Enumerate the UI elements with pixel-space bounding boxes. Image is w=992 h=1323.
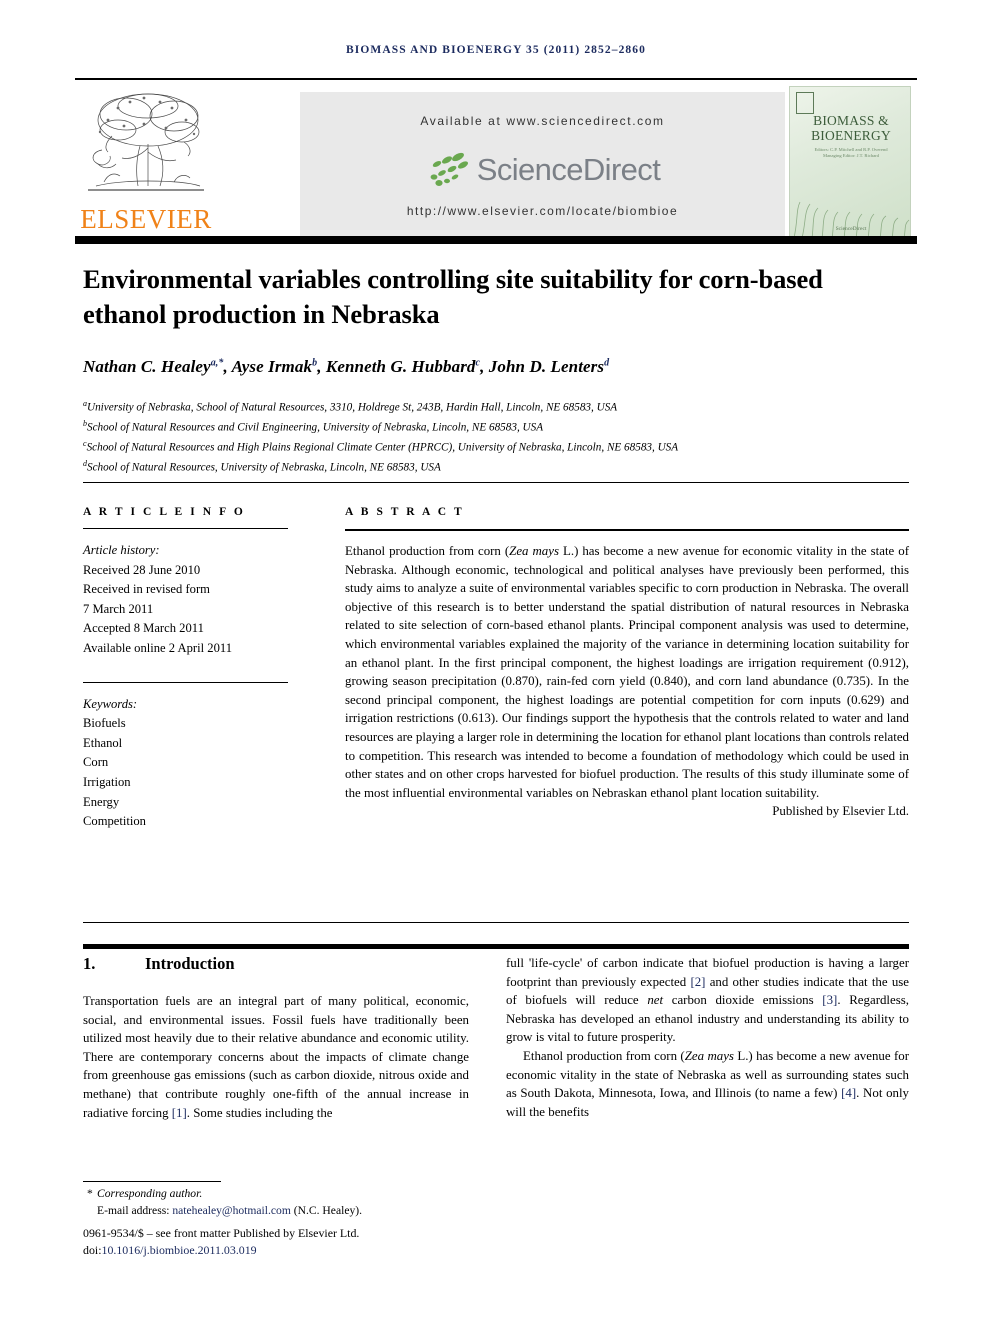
- elsevier-wordmark: ELSEVIER: [80, 204, 212, 234]
- keyword-2: Corn: [83, 755, 109, 770]
- keyword-5: Competition: [83, 814, 146, 829]
- sciencedirect-panel: Available at www.sciencedirect.com Scien…: [300, 92, 785, 237]
- article-history-label: Article history:: [83, 543, 160, 557]
- cover-title: BIOMASS & BIOENERGY: [790, 113, 910, 143]
- keyword-0: Biofuels: [83, 716, 126, 731]
- citation-1[interactable]: [1]: [172, 1106, 187, 1120]
- keyword-list: Keywords: Biofuels Ethanol Corn Irrigati…: [83, 695, 288, 832]
- emphasis-net: net: [647, 993, 664, 1008]
- keyword-4: Energy: [83, 794, 120, 809]
- author-2: Ayse Irmakb: [231, 357, 318, 376]
- doi-link[interactable]: 10.1016/j.biombioe.2011.03.019: [102, 1243, 257, 1257]
- abstract-column: A B S T R A C T Ethanol production from …: [345, 506, 909, 819]
- abstract-publisher-line: Published by Elsevier Ltd.: [772, 804, 909, 819]
- keyword-3: Irrigation: [83, 774, 131, 789]
- body-column-left: Transportation fuels are an integral par…: [83, 994, 469, 1120]
- masthead-top-rule: [75, 78, 917, 80]
- author-list: Nathan C. Healeya,*, Ayse Irmakb, Kennet…: [83, 357, 610, 376]
- available-at-text: Available at www.sciencedirect.com: [420, 114, 665, 128]
- citation-4[interactable]: [4]: [841, 1086, 856, 1100]
- history-item-3: Accepted 8 March 2011: [83, 621, 204, 636]
- info-abstract-top-rule: [83, 482, 909, 483]
- keyword-1: Ethanol: [83, 735, 123, 750]
- section-top-rule: [83, 944, 909, 949]
- citation-2[interactable]: [2]: [690, 975, 705, 989]
- abstract-text: Ethanol production from corn (Zea mays L…: [345, 544, 909, 800]
- sciencedirect-leaves-icon: [425, 150, 471, 190]
- cover-title-line2: BIOENERGY: [811, 128, 891, 143]
- body-paragraph-1: full 'life-cycle' of carbon indicate tha…: [506, 956, 910, 1045]
- author-1-marker: a,*: [210, 357, 224, 369]
- article-info-rule: [83, 528, 288, 529]
- author-3: Kenneth G. Hubbardc: [325, 357, 481, 376]
- footnote-rule: [83, 1181, 221, 1182]
- keywords-label: Keywords:: [83, 696, 138, 711]
- elsevier-logo: ELSEVIER: [78, 86, 214, 238]
- footnote-block: * Corresponding author. E-mail address: …: [83, 1186, 503, 1219]
- masthead-band: ELSEVIER Available at www.sciencedirect.…: [75, 78, 917, 244]
- imprint-block: 0961-9534/$ – see front matter Published…: [83, 1225, 553, 1258]
- body-paragraph-2: Ethanol production from corn (Zea mays L…: [506, 1048, 909, 1119]
- issn-line: 0961-9534/$ – see front matter Published…: [83, 1226, 360, 1240]
- abstract-rule: [345, 529, 909, 531]
- author-1: Nathan C. Healeya,*: [83, 357, 224, 376]
- abstract-heading: A B S T R A C T: [345, 506, 465, 518]
- cover-title-line1: BIOMASS &: [813, 113, 889, 128]
- journal-cover-thumbnail: BIOMASS & BIOENERGY Editors: C.P. Mitche…: [789, 86, 911, 239]
- sciencedirect-logo: ScienceDirect: [300, 144, 785, 196]
- history-item-4: Available online 2 April 2011: [83, 640, 232, 655]
- paper-page: BIOMASS AND BIOENERGY 35 (2011) 2852–286…: [0, 0, 992, 1323]
- author-2-marker: b: [312, 357, 318, 369]
- affiliation-d: dSchool of Natural Resources, University…: [83, 458, 441, 474]
- email-link[interactable]: natehealey@hotmail.com: [172, 1204, 291, 1217]
- cover-editors: Editors: C.P. Mitchell and R.P. Overend …: [790, 147, 910, 159]
- corresponding-author-marker: *: [87, 1187, 93, 1200]
- abstract-species-name: Zea mays: [509, 544, 559, 558]
- history-item-1: Received in revised form: [83, 582, 210, 597]
- author-3-marker: c: [475, 357, 481, 369]
- running-head: BIOMASS AND BIOENERGY 35 (2011) 2852–286…: [346, 44, 646, 56]
- doi-line: doi:10.1016/j.biombioe.2011.03.019: [83, 1242, 257, 1257]
- history-item-0: Received 28 June 2010: [83, 562, 201, 577]
- sciencedirect-wordmark: ScienceDirect: [476, 152, 661, 187]
- affiliation-c: cSchool of Natural Resources and High Pl…: [83, 438, 679, 454]
- section-heading: 1. Introduction: [83, 954, 503, 974]
- article-history: Article history: Received 28 June 2010 R…: [83, 541, 288, 659]
- page-title: Environmental variables controlling site…: [83, 264, 823, 329]
- author-4-marker: d: [604, 357, 610, 369]
- cover-editors-line2: Managing Editor: J.T. Richard: [823, 153, 879, 158]
- info-abstract-bottom-rule: [83, 922, 909, 923]
- cover-sciencedirect-label: ScienceDirect: [835, 226, 867, 232]
- article-info-heading: A R T I C L E I N F O: [83, 506, 246, 518]
- cover-elsevier-mark: [796, 92, 814, 114]
- masthead-bottom-rule: [75, 236, 917, 244]
- history-item-2: 7 March 2011: [83, 601, 154, 616]
- author-4: John D. Lentersd: [488, 357, 610, 376]
- corresponding-author-line: * Corresponding author.: [83, 1186, 503, 1203]
- body-species-name: Zea mays: [684, 1048, 734, 1063]
- keywords-rule: [83, 681, 288, 683]
- journal-url[interactable]: http://www.elsevier.com/locate/biombioe: [300, 204, 785, 218]
- affiliation-a: aUniversity of Nebraska, School of Natur…: [83, 399, 618, 414]
- section-title: Introduction: [145, 954, 235, 973]
- email-line: E-mail address: natehealey@hotmail.com (…: [97, 1203, 363, 1217]
- affiliation-b: bSchool of Natural Resources and Civil E…: [83, 418, 544, 434]
- citation-3[interactable]: [3]: [822, 993, 837, 1007]
- affiliation-list: aUniversity of Nebraska, School of Natur…: [83, 396, 913, 476]
- section-number: 1.: [83, 954, 96, 973]
- article-info-column: A R T I C L E I N F O Article history: R…: [83, 506, 288, 832]
- elsevier-tree-icon: [78, 86, 214, 204]
- body-column-right: full 'life-cycle' of carbon indicate tha…: [506, 954, 909, 1121]
